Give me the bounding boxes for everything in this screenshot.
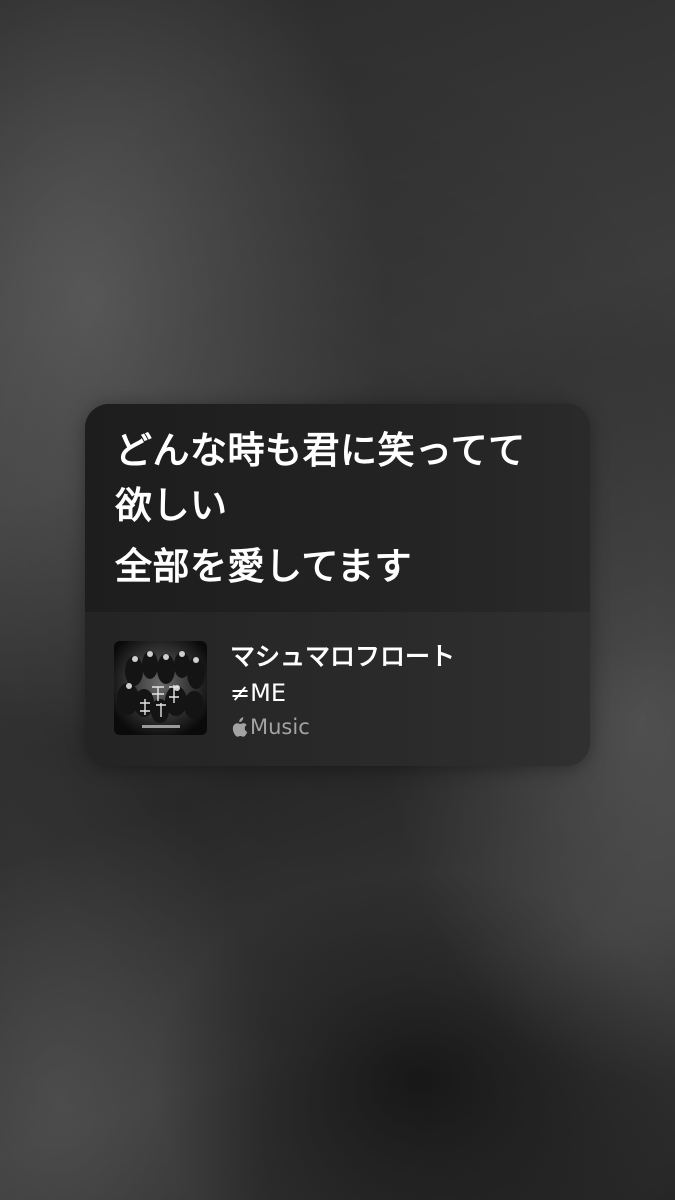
song-artist: ≠ME bbox=[230, 679, 286, 707]
album-artwork bbox=[114, 641, 207, 735]
lyrics-share-card[interactable]: どんな時も君に笑ってて 欲しい 全部を愛してます マシュマロフロート ≠ME M… bbox=[85, 404, 590, 766]
album-artwork-image bbox=[114, 641, 207, 735]
song-title: マシュマロフロート bbox=[230, 642, 456, 671]
lyric-line-2: 欲しい bbox=[115, 484, 228, 527]
lyrics-section: どんな時も君に笑ってて 欲しい 全部を愛してます bbox=[85, 404, 590, 612]
apple-logo-icon bbox=[232, 716, 248, 737]
lyric-line-1: どんな時も君に笑ってて bbox=[115, 429, 526, 472]
lyric-line-3: 全部を愛してます bbox=[115, 545, 413, 588]
apple-music-badge: Music bbox=[230, 713, 310, 741]
song-info-section[interactable]: マシュマロフロート ≠ME Music bbox=[85, 612, 590, 766]
service-label: Music bbox=[250, 715, 310, 739]
